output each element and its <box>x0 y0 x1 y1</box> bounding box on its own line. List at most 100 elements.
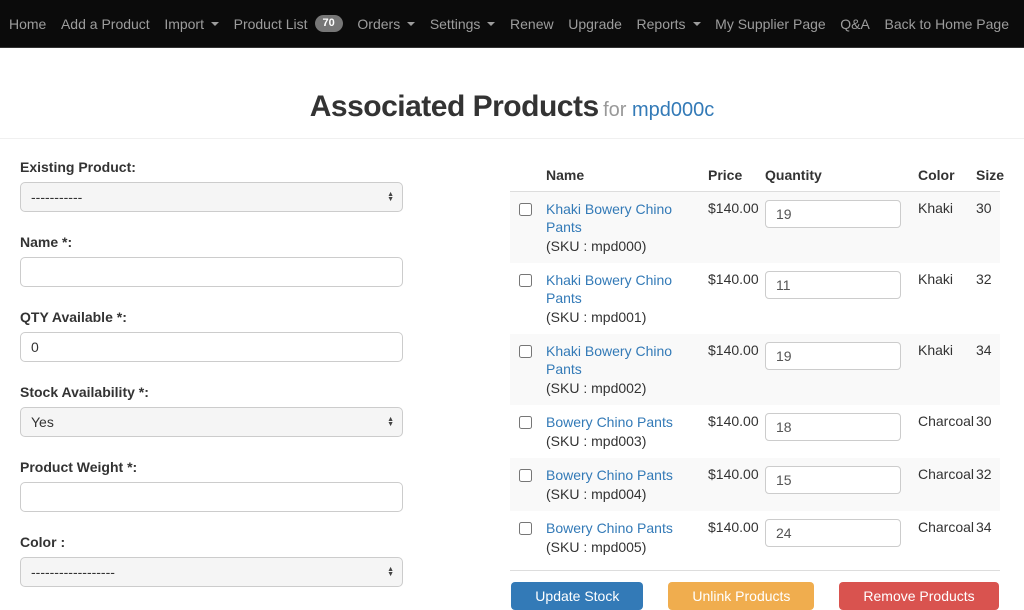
row-checkbox[interactable] <box>519 274 532 287</box>
nav-item-home[interactable]: Home <box>4 16 51 32</box>
product-size: 34 <box>968 334 1000 405</box>
product-color: Charcoal <box>910 511 968 564</box>
product-code-link[interactable]: mpd000c <box>632 99 714 121</box>
color-select[interactable]: ------------------ <box>20 557 403 587</box>
product-color: Khaki <box>910 263 968 334</box>
product-sku: (SKU : mpd002) <box>546 379 692 397</box>
field-product-weight: Product Weight *: <box>20 459 403 512</box>
table-actions: Update Stock Unlink Products Remove Prod… <box>510 570 1000 610</box>
header-price: Price <box>700 159 757 192</box>
product-sku: (SKU : mpd000) <box>546 237 692 255</box>
header-name: Name <box>538 159 700 192</box>
main-content: Existing Product: ----------- ▲▼ Name *:… <box>0 139 1024 610</box>
product-color: Charcoal <box>910 405 968 458</box>
table-row: Bowery Chino Pants (SKU : mpd004) $140.0… <box>510 458 1000 511</box>
row-checkbox[interactable] <box>519 416 532 429</box>
row-checkbox[interactable] <box>519 522 532 535</box>
add-product-form: Existing Product: ----------- ▲▼ Name *:… <box>20 159 403 610</box>
table-header-row: Name Price Quantity Color Size <box>510 159 1000 192</box>
product-name-link[interactable]: Bowery Chino Pants <box>546 413 673 431</box>
product-weight-input[interactable] <box>20 482 403 512</box>
product-color: Khaki <box>910 334 968 405</box>
nav-item-label: Import <box>164 16 204 32</box>
field-qty-available: QTY Available *: <box>20 309 403 362</box>
nav-item-my-supplier-page[interactable]: My Supplier Page <box>710 16 831 32</box>
existing-product-label: Existing Product: <box>20 159 403 175</box>
quantity-input[interactable] <box>765 413 901 441</box>
caret-down-icon <box>487 22 495 26</box>
table-row: Khaki Bowery Chino Pants (SKU : mpd001) … <box>510 263 1000 334</box>
table-row: Bowery Chino Pants (SKU : mpd003) $140.0… <box>510 405 1000 458</box>
product-price: $140.00 <box>700 192 757 264</box>
nav-item-renew[interactable]: Renew <box>505 16 559 32</box>
product-name-link[interactable]: Khaki Bowery Chino Pants <box>546 342 692 378</box>
page-title: Associated Products <box>310 90 599 123</box>
product-name-link[interactable]: Bowery Chino Pants <box>546 466 673 484</box>
page-header: Associated Products for mpd000c <box>0 48 1024 139</box>
update-stock-button[interactable]: Update Stock <box>511 582 643 610</box>
row-checkbox[interactable] <box>519 469 532 482</box>
product-size: 32 <box>968 263 1000 334</box>
quantity-input[interactable] <box>765 342 901 370</box>
product-price: $140.00 <box>700 458 757 511</box>
product-weight-label: Product Weight *: <box>20 459 403 475</box>
product-price: $140.00 <box>700 334 757 405</box>
nav-item-product-list[interactable]: Product List 70 <box>229 15 348 32</box>
row-checkbox[interactable] <box>519 345 532 358</box>
quantity-input[interactable] <box>765 200 901 228</box>
table-row: Bowery Chino Pants (SKU : mpd005) $140.0… <box>510 511 1000 564</box>
field-existing-product: Existing Product: ----------- ▲▼ <box>20 159 403 212</box>
product-color: Khaki <box>910 192 968 264</box>
remove-products-button[interactable]: Remove Products <box>839 582 998 610</box>
product-size: 30 <box>968 192 1000 264</box>
nav-item-label: Back to Home Page <box>884 16 1009 32</box>
field-color: Color : ------------------ ▲▼ <box>20 534 403 587</box>
quantity-input[interactable] <box>765 271 901 299</box>
quantity-input[interactable] <box>765 466 901 494</box>
qty-available-input[interactable] <box>20 332 403 362</box>
nav-item-label: Renew <box>510 16 554 32</box>
product-price: $140.00 <box>700 511 757 564</box>
product-name-link[interactable]: Bowery Chino Pants <box>546 519 673 537</box>
unlink-products-button[interactable]: Unlink Products <box>668 582 814 610</box>
product-count-badge: 70 <box>315 15 343 32</box>
nav-item-orders[interactable]: Orders <box>352 16 420 32</box>
nav-item-import[interactable]: Import <box>159 16 224 32</box>
product-sku: (SKU : mpd003) <box>546 432 692 450</box>
top-navbar: Home Add a Product Import Product List 7… <box>0 0 1024 48</box>
table-row: Khaki Bowery Chino Pants (SKU : mpd000) … <box>510 192 1000 264</box>
field-name: Name *: <box>20 234 403 287</box>
associated-products-panel: Name Price Quantity Color Size Khaki Bow… <box>510 159 1000 610</box>
nav-item-label: Upgrade <box>568 16 622 32</box>
product-name-link[interactable]: Khaki Bowery Chino Pants <box>546 200 692 236</box>
nav-item-qa[interactable]: Q&A <box>835 16 875 32</box>
nav-item-label: Reports <box>637 16 686 32</box>
stock-availability-select[interactable]: Yes <box>20 407 403 437</box>
product-price: $140.00 <box>700 405 757 458</box>
page-subtitle-prefix: for <box>603 99 632 121</box>
nav-item-label: Add a Product <box>61 16 150 32</box>
caret-down-icon <box>211 22 219 26</box>
nav-item-back-to-home[interactable]: Back to Home Page <box>879 16 1014 32</box>
existing-product-select[interactable]: ----------- <box>20 182 403 212</box>
nav-item-label: Product List <box>234 16 308 32</box>
nav-item-label: Q&A <box>840 16 870 32</box>
quantity-input[interactable] <box>765 519 901 547</box>
nav-item-settings[interactable]: Settings <box>425 16 501 32</box>
nav-item-reports[interactable]: Reports <box>632 16 706 32</box>
row-checkbox[interactable] <box>519 203 532 216</box>
qty-available-label: QTY Available *: <box>20 309 403 325</box>
product-sku: (SKU : mpd005) <box>546 538 692 556</box>
nav-item-upgrade[interactable]: Upgrade <box>563 16 627 32</box>
header-size: Size <box>968 159 1000 192</box>
name-input[interactable] <box>20 257 403 287</box>
product-sku: (SKU : mpd001) <box>546 308 692 326</box>
name-label: Name *: <box>20 234 403 250</box>
nav-item-add-a-product[interactable]: Add a Product <box>56 16 155 32</box>
nav-item-label: Home <box>9 16 46 32</box>
product-price: $140.00 <box>700 263 757 334</box>
stock-availability-label: Stock Availability *: <box>20 384 403 400</box>
product-name-link[interactable]: Khaki Bowery Chino Pants <box>546 271 692 307</box>
nav-item-label: My Supplier Page <box>715 16 826 32</box>
table-row: Khaki Bowery Chino Pants (SKU : mpd002) … <box>510 334 1000 405</box>
